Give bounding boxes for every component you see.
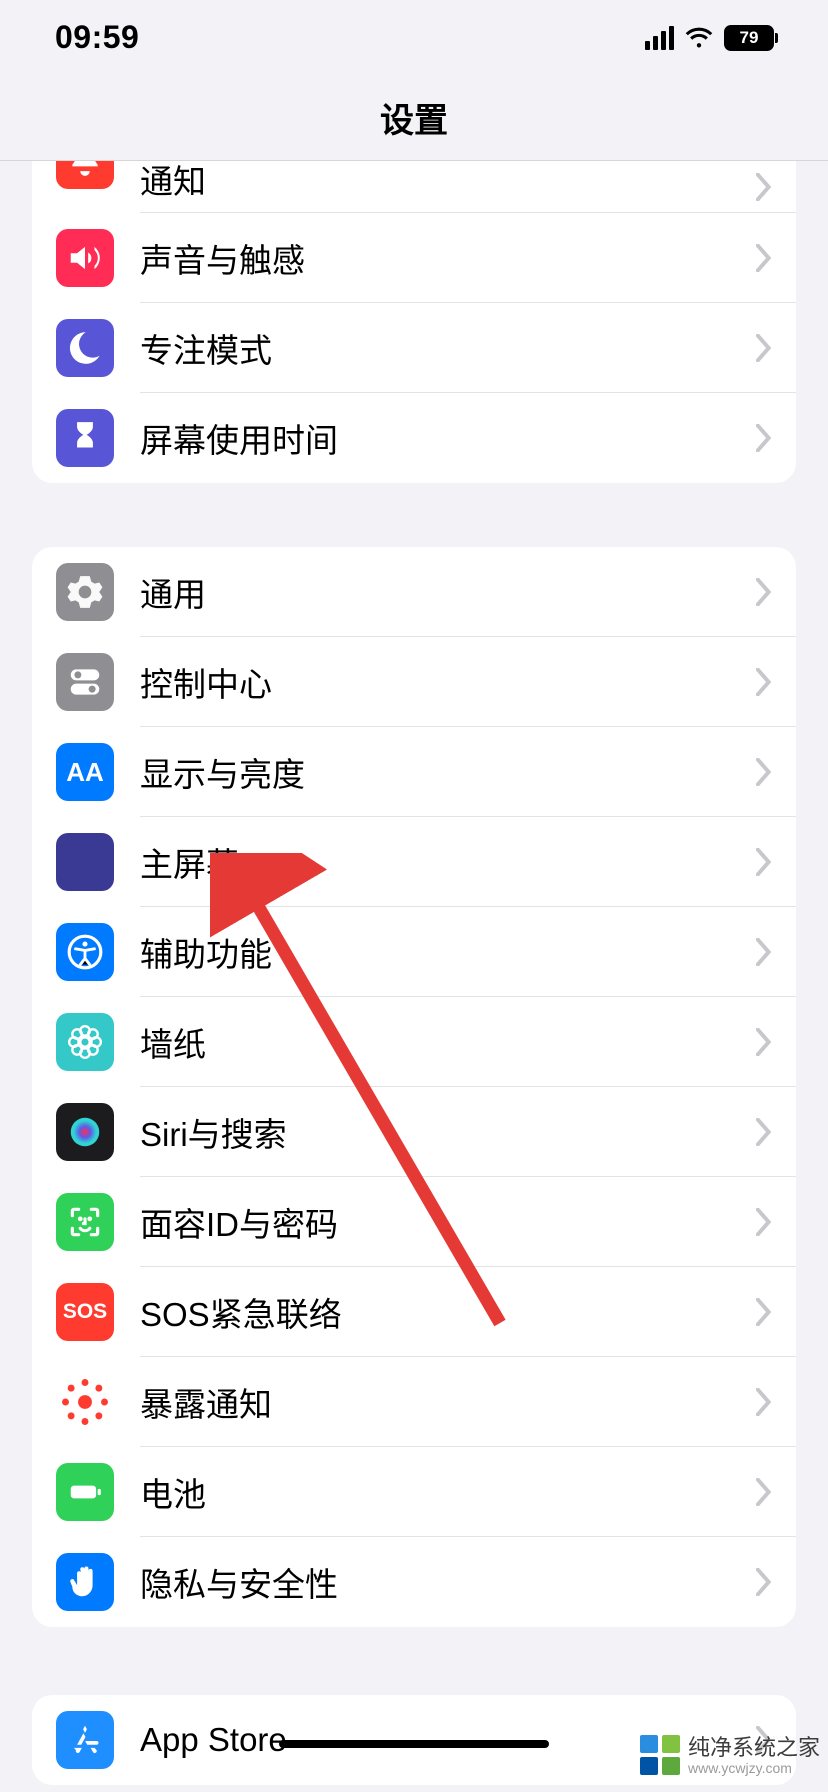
siri-icon xyxy=(56,1103,114,1161)
app-grid-icon xyxy=(56,833,114,891)
row-label: 面容ID与密码 xyxy=(140,1198,796,1246)
chevron-right-icon xyxy=(756,424,772,452)
chevron-right-icon xyxy=(756,1118,772,1146)
wifi-icon xyxy=(684,27,714,49)
bell-icon xyxy=(56,161,114,189)
watermark: 纯净系统之家 www.ycwjzy.com xyxy=(640,1735,820,1776)
chevron-right-icon xyxy=(756,758,772,786)
row-face-id[interactable]: 面容ID与密码 xyxy=(32,1177,796,1267)
row-label: 通用 xyxy=(140,568,796,616)
row-label: 电池 xyxy=(140,1468,796,1516)
status-right: 79 xyxy=(645,25,779,51)
row-battery[interactable]: 电池 xyxy=(32,1447,796,1537)
row-accessibility[interactable]: 辅助功能 xyxy=(32,907,796,997)
chevron-right-icon xyxy=(756,244,772,272)
chevron-right-icon xyxy=(756,334,772,362)
page-title: 设置 xyxy=(380,93,448,142)
row-notifications[interactable]: 通知 xyxy=(32,161,796,213)
row-exposure[interactable]: 暴露通知 xyxy=(32,1357,796,1447)
row-label: 控制中心 xyxy=(140,658,796,706)
chevron-right-icon xyxy=(756,173,772,201)
row-control-center[interactable]: 控制中心 xyxy=(32,637,796,727)
chevron-right-icon xyxy=(756,1568,772,1596)
hand-icon xyxy=(56,1553,114,1611)
row-wallpaper[interactable]: 墙纸 xyxy=(32,997,796,1087)
row-sounds[interactable]: 声音与触感 xyxy=(32,213,796,303)
row-label: SOS紧急联络 xyxy=(140,1288,796,1336)
row-label: 屏幕使用时间 xyxy=(140,414,796,462)
chevron-right-icon xyxy=(756,1028,772,1056)
row-label: 显示与亮度 xyxy=(140,748,796,796)
toggles-icon xyxy=(56,653,114,711)
home-indicator[interactable] xyxy=(279,1740,549,1748)
row-siri[interactable]: Siri与搜索 xyxy=(32,1087,796,1177)
chevron-right-icon xyxy=(756,848,772,876)
exposure-icon xyxy=(56,1373,114,1431)
watermark-url: www.ycwjzy.com xyxy=(688,1760,820,1776)
chevron-right-icon xyxy=(756,668,772,696)
speaker-icon xyxy=(56,229,114,287)
status-bar: 09:59 79 xyxy=(0,0,828,75)
chevron-right-icon xyxy=(756,578,772,606)
row-label: 隐私与安全性 xyxy=(140,1558,796,1606)
accessibility-icon xyxy=(56,923,114,981)
settings-group-notifications: 通知 声音与触感 专注模式 屏幕使用时间 xyxy=(32,161,796,483)
row-privacy[interactable]: 隐私与安全性 xyxy=(32,1537,796,1627)
row-home-screen[interactable]: 主屏幕 xyxy=(32,817,796,907)
text-size-icon: AA xyxy=(56,743,114,801)
page-header: 设置 xyxy=(0,75,828,161)
row-label: Siri与搜索 xyxy=(140,1108,796,1156)
row-general[interactable]: 通用 xyxy=(32,547,796,637)
row-label: 专注模式 xyxy=(140,324,796,372)
cellular-signal-icon xyxy=(645,26,675,50)
row-focus[interactable]: 专注模式 xyxy=(32,303,796,393)
flower-icon xyxy=(56,1013,114,1071)
row-label: 声音与触感 xyxy=(140,234,796,282)
chevron-right-icon xyxy=(756,1388,772,1416)
row-label: 墙纸 xyxy=(140,1018,796,1066)
face-id-icon xyxy=(56,1193,114,1251)
chevron-right-icon xyxy=(756,1298,772,1326)
hourglass-icon xyxy=(56,409,114,467)
app-store-icon xyxy=(56,1711,114,1769)
moon-icon xyxy=(56,319,114,377)
battery-icon: 79 xyxy=(724,25,778,51)
watermark-logo-icon xyxy=(640,1735,680,1775)
chevron-right-icon xyxy=(756,1478,772,1506)
row-label: 辅助功能 xyxy=(140,928,796,976)
row-label: 通知 xyxy=(140,161,796,203)
row-display[interactable]: AA 显示与亮度 xyxy=(32,727,796,817)
sos-icon: SOS xyxy=(56,1283,114,1341)
chevron-right-icon xyxy=(756,1208,772,1236)
row-screen-time[interactable]: 屏幕使用时间 xyxy=(32,393,796,483)
chevron-right-icon xyxy=(756,938,772,966)
gear-icon xyxy=(56,563,114,621)
battery-full-icon xyxy=(56,1463,114,1521)
row-label: 主屏幕 xyxy=(140,838,796,886)
settings-group-general: 通用 控制中心 AA 显示与亮度 主屏幕 辅助功能 xyxy=(32,547,796,1627)
watermark-name: 纯净系统之家 xyxy=(688,1735,820,1760)
row-label: 暴露通知 xyxy=(140,1378,796,1426)
status-time: 09:59 xyxy=(55,19,139,56)
row-sos[interactable]: SOS SOS紧急联络 xyxy=(32,1267,796,1357)
